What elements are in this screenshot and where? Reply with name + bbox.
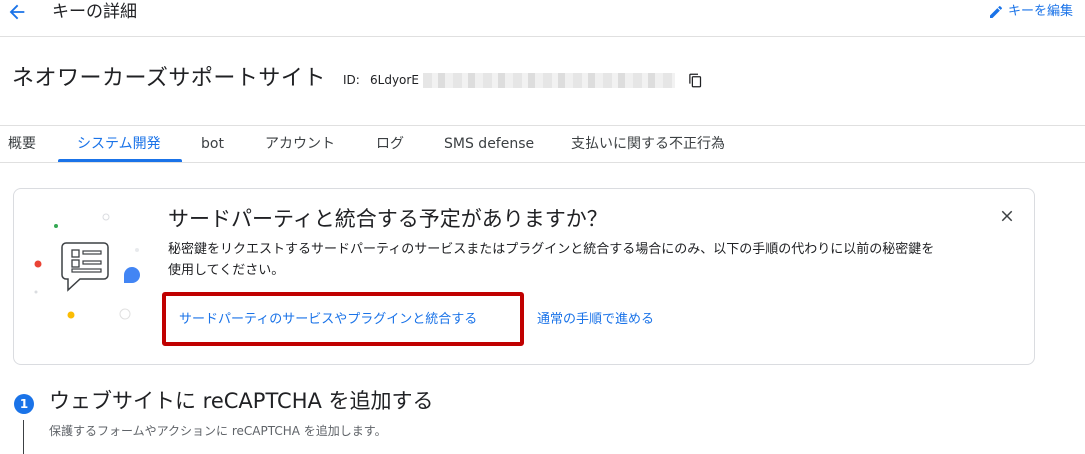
- step-description: 保護するフォームやアクションに reCAPTCHA を追加します。: [49, 424, 387, 438]
- tab-log[interactable]: ログ: [376, 135, 404, 153]
- key-header: ネオワーカーズサポートサイト ID: 6LdyorE: [0, 38, 1085, 126]
- tab-sms-defense[interactable]: SMS defense: [444, 135, 534, 153]
- edit-key-button[interactable]: キーを編集: [988, 2, 1073, 22]
- step-title: ウェブサイトに reCAPTCHA を追加する: [49, 389, 434, 413]
- tab-payment-fraud[interactable]: 支払いに関する不正行為: [571, 135, 725, 153]
- id-value: 6LdyorE: [370, 73, 419, 87]
- pencil-icon: [989, 5, 1002, 18]
- card-title: サードパーティと統合する予定がありますか？: [168, 207, 608, 231]
- id-label: ID:: [343, 73, 360, 87]
- top-bar: キーの詳細 キーを編集: [0, 0, 1085, 37]
- tab-overview[interactable]: 概要: [8, 135, 36, 153]
- step-number-badge: 1: [14, 394, 34, 414]
- active-tab-indicator: [58, 159, 182, 162]
- id-redacted-area: [423, 73, 675, 88]
- site-name: ネオワーカーズサポートサイト: [12, 66, 326, 91]
- step-connector-line: [23, 420, 24, 454]
- tab-bot[interactable]: bot: [201, 135, 224, 153]
- tab-bar: 概要 システム開発 bot アカウント ログ SMS defense 支払いに関…: [0, 126, 1085, 163]
- integrate-third-party-button[interactable]: サードパーティのサービスやプラグインと統合する: [179, 311, 477, 329]
- card-body-line-2: 使用してください。: [168, 263, 285, 278]
- tab-account[interactable]: アカウント: [265, 135, 335, 153]
- back-arrow-icon[interactable]: [6, 1, 28, 23]
- card-body-line-1: 秘密鍵をリクエストするサードパーティのサービスまたはプラグインと統合する場合にの…: [168, 242, 935, 257]
- tab-system-development[interactable]: システム開発: [77, 135, 161, 153]
- copy-icon[interactable]: [688, 73, 703, 88]
- chat-illustration-icon: [34, 213, 140, 320]
- card-body: 秘密鍵をリクエストするサードパーティのサービスまたはプラグインと統合する場合にの…: [168, 239, 1008, 281]
- page-title: キーの詳細: [52, 2, 137, 22]
- edit-key-label: キーを編集: [1007, 4, 1073, 19]
- close-icon[interactable]: [998, 207, 1016, 225]
- normal-steps-button[interactable]: 通常の手順で進める: [537, 311, 654, 329]
- third-party-integration-card: サードパーティと統合する予定がありますか？ 秘密鍵をリクエストするサードパーティ…: [13, 188, 1035, 365]
